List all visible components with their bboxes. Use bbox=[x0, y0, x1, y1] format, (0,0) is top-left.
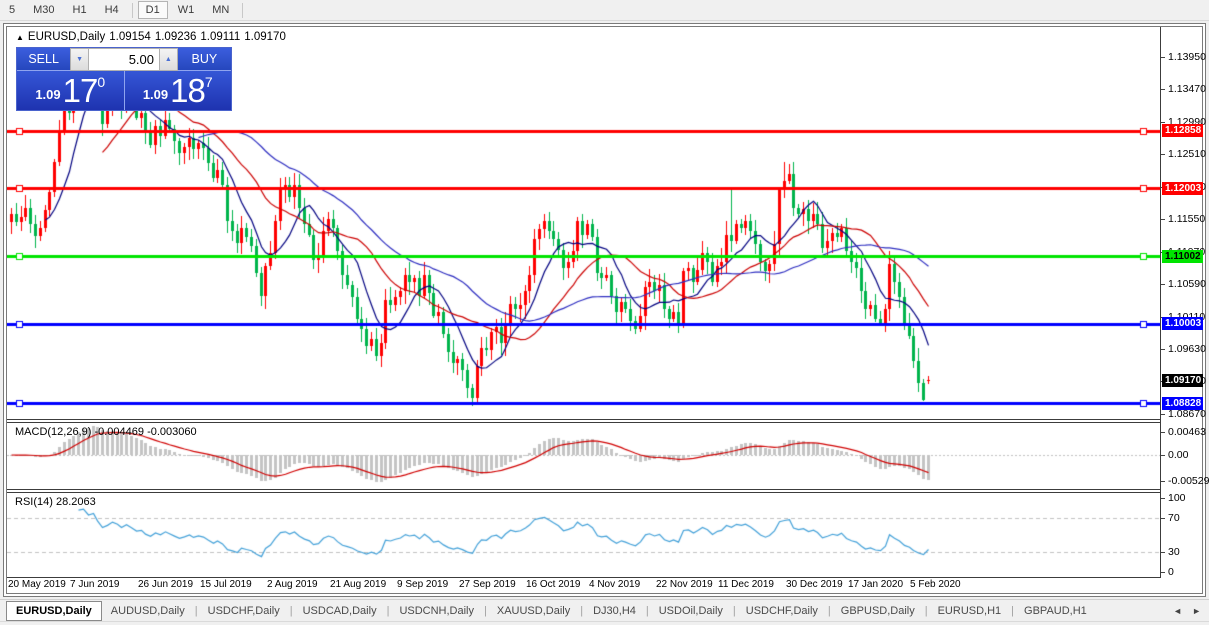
volume-input[interactable] bbox=[89, 48, 159, 71]
ohlc-open: 1.09154 bbox=[109, 31, 151, 43]
date-tick-label: 4 Nov 2019 bbox=[589, 579, 641, 590]
sell-price-display[interactable]: 1.09 17 0 bbox=[17, 71, 124, 110]
rsi-tick-label: 70 bbox=[1161, 512, 1180, 524]
time-axis-border bbox=[7, 577, 1161, 578]
price-tick-label: 1.09630 bbox=[1161, 343, 1206, 355]
date-tick-label: 16 Oct 2019 bbox=[526, 579, 581, 590]
tab-usdchf-daily[interactable]: USDCHF,Daily bbox=[737, 602, 827, 620]
date-tick-label: 21 Aug 2019 bbox=[330, 579, 387, 590]
timeframe-button-w1[interactable]: W1 bbox=[170, 1, 203, 19]
rsi-label: RSI(14) 28.2063 bbox=[15, 496, 96, 508]
timeframe-button-5[interactable]: 5 bbox=[1, 1, 23, 19]
tab-gbpusd-daily[interactable]: GBPUSD,Daily bbox=[832, 602, 924, 620]
volume-decrease-button[interactable]: ▼ bbox=[70, 48, 89, 71]
tab-audusd-daily[interactable]: AUDUSD,Daily bbox=[102, 602, 194, 620]
macd-tick-label: 0.00463 bbox=[1161, 426, 1206, 438]
tab-usdchf-daily[interactable]: USDCHF,Daily bbox=[199, 602, 289, 620]
ohlc-low: 1.09111 bbox=[200, 31, 241, 43]
rsi-indicator-canvas[interactable] bbox=[7, 493, 1160, 577]
price-tick-label: 1.13470 bbox=[1161, 83, 1206, 95]
rsi-tick-label: 30 bbox=[1161, 546, 1180, 558]
tab-scroll-arrows: ◄ ► bbox=[1173, 606, 1209, 616]
date-tick-label: 11 Dec 2019 bbox=[718, 579, 774, 590]
level-price-badge: 1.12858 bbox=[1162, 124, 1203, 138]
chevron-down-icon: ▼ bbox=[76, 56, 84, 63]
date-tick-label: 26 Jun 2019 bbox=[138, 579, 194, 590]
ohlc-high: 1.09236 bbox=[154, 31, 197, 43]
volume-increase-button[interactable]: ▲ bbox=[159, 48, 178, 71]
price-tick-label: 1.13950 bbox=[1161, 51, 1206, 63]
macd-tick-label: 0.00 bbox=[1161, 449, 1188, 461]
date-tick-label: 30 Dec 2019 bbox=[786, 579, 843, 590]
tab-usdcad-daily[interactable]: USDCAD,Daily bbox=[294, 602, 386, 620]
time-axis[interactable]: 20 May 2019 7 Jun 2019 26 Jun 2019 15 Jul 2… bbox=[7, 579, 1160, 593]
tab-usdoil-daily[interactable]: USDOil,Daily bbox=[650, 602, 732, 620]
macd-label: MACD(12,26,9) -0.004469 -0.003060 bbox=[15, 426, 197, 438]
rsi-tick-label: 100 bbox=[1161, 492, 1186, 504]
toolbar-separator bbox=[131, 2, 133, 18]
buy-price-sup: 7 bbox=[204, 74, 213, 90]
tab-scroll-right-icon[interactable]: ► bbox=[1192, 606, 1201, 616]
toolbar-separator bbox=[242, 2, 244, 18]
price-tick-label: 1.10590 bbox=[1161, 278, 1206, 290]
level-price-badge: 1.08828 bbox=[1162, 396, 1203, 410]
sell-price-sup: 0 bbox=[97, 74, 106, 90]
level-price-badge: 1.10003 bbox=[1162, 317, 1203, 331]
chart-tab-bar: EURUSD,Daily AUDUSD,Daily | USDCHF,Daily | US… bbox=[0, 599, 1209, 621]
timeframe-button-mn[interactable]: MN bbox=[204, 1, 237, 19]
chevron-up-icon: ▲ bbox=[164, 56, 172, 63]
price-axis[interactable]: 1.139501.134701.129901.125101.120301.115… bbox=[1160, 27, 1209, 578]
date-tick-label: 15 Jul 2019 bbox=[200, 579, 252, 590]
timeframe-toolbar: 5 M30 H1 H4 D1 W1 MN bbox=[0, 0, 1209, 21]
date-tick-label: 7 Jun 2019 bbox=[70, 579, 120, 590]
sell-button[interactable]: SELL bbox=[17, 48, 71, 71]
level-price-badge: 1.11002 bbox=[1162, 249, 1203, 263]
chart-symbol-label: EURUSD,Daily bbox=[27, 31, 106, 43]
date-tick-label: 5 Feb 2020 bbox=[910, 579, 961, 590]
sell-price-big: 17 bbox=[62, 71, 99, 109]
tab-xauusd-daily[interactable]: XAUUSD,Daily bbox=[488, 602, 579, 620]
panel-separator[interactable] bbox=[7, 419, 1161, 423]
one-click-trading-panel: SELL ▼ ▲ BUY 1.09170 1.09187 bbox=[16, 47, 232, 111]
level-price-badge: 1.12003 bbox=[1162, 181, 1203, 195]
date-tick-label: 9 Sep 2019 bbox=[397, 579, 449, 590]
collapse-arrow-icon[interactable]: ▲ bbox=[16, 33, 24, 42]
tab-eurusd-daily[interactable]: EURUSD,Daily bbox=[6, 600, 102, 621]
buy-price-base: 1.09 bbox=[142, 87, 169, 102]
timeframe-button-h4[interactable]: H4 bbox=[97, 1, 127, 19]
price-tick-label: 1.11550 bbox=[1161, 213, 1205, 225]
current-price-badge: 1.09170 bbox=[1162, 373, 1203, 387]
buy-price-display[interactable]: 1.09 18 7 bbox=[123, 71, 231, 110]
chart-window: 1.139501.134701.129901.125101.120301.115… bbox=[3, 23, 1209, 597]
buy-button[interactable]: BUY bbox=[177, 48, 231, 71]
timeframe-button-h1[interactable]: H1 bbox=[65, 1, 95, 19]
macd-tick-label: -0.005299 bbox=[1161, 475, 1209, 487]
date-tick-label: 22 Nov 2019 bbox=[656, 579, 713, 590]
panel-separator[interactable] bbox=[7, 489, 1161, 493]
buy-price-big: 18 bbox=[170, 71, 206, 109]
chart-window-inner: 1.139501.134701.129901.125101.120301.115… bbox=[6, 26, 1209, 594]
chart-content: 1.139501.134701.129901.125101.120301.115… bbox=[7, 27, 1209, 593]
price-tick-label: 1.12510 bbox=[1161, 148, 1206, 160]
status-bar bbox=[0, 621, 1209, 625]
tab-scroll-left-icon[interactable]: ◄ bbox=[1173, 606, 1182, 616]
ohlc-close: 1.09170 bbox=[244, 31, 286, 43]
date-tick-label: 20 May 2019 bbox=[8, 579, 66, 590]
timeframe-button-d1[interactable]: D1 bbox=[137, 1, 168, 19]
tab-eurusd-h1[interactable]: EURUSD,H1 bbox=[929, 602, 1011, 620]
sell-price-base: 1.09 bbox=[35, 87, 61, 102]
chart-title: ▲ EURUSD,Daily 1.09154 1.09236 1.09111 1.0917… bbox=[16, 31, 290, 43]
date-tick-label: 17 Jan 2020 bbox=[848, 579, 904, 590]
tab-dj30-h4[interactable]: DJ30,H4 bbox=[584, 602, 645, 620]
date-tick-label: 2 Aug 2019 bbox=[267, 579, 318, 590]
tab-usdcnh-daily[interactable]: USDCNH,Daily bbox=[390, 602, 483, 620]
date-tick-label: 27 Sep 2019 bbox=[459, 579, 516, 590]
timeframe-button-m30[interactable]: M30 bbox=[25, 1, 62, 19]
rsi-tick-label: 0 bbox=[1161, 566, 1174, 578]
tab-gbpaud-h1[interactable]: GBPAUD,H1 bbox=[1015, 602, 1096, 620]
